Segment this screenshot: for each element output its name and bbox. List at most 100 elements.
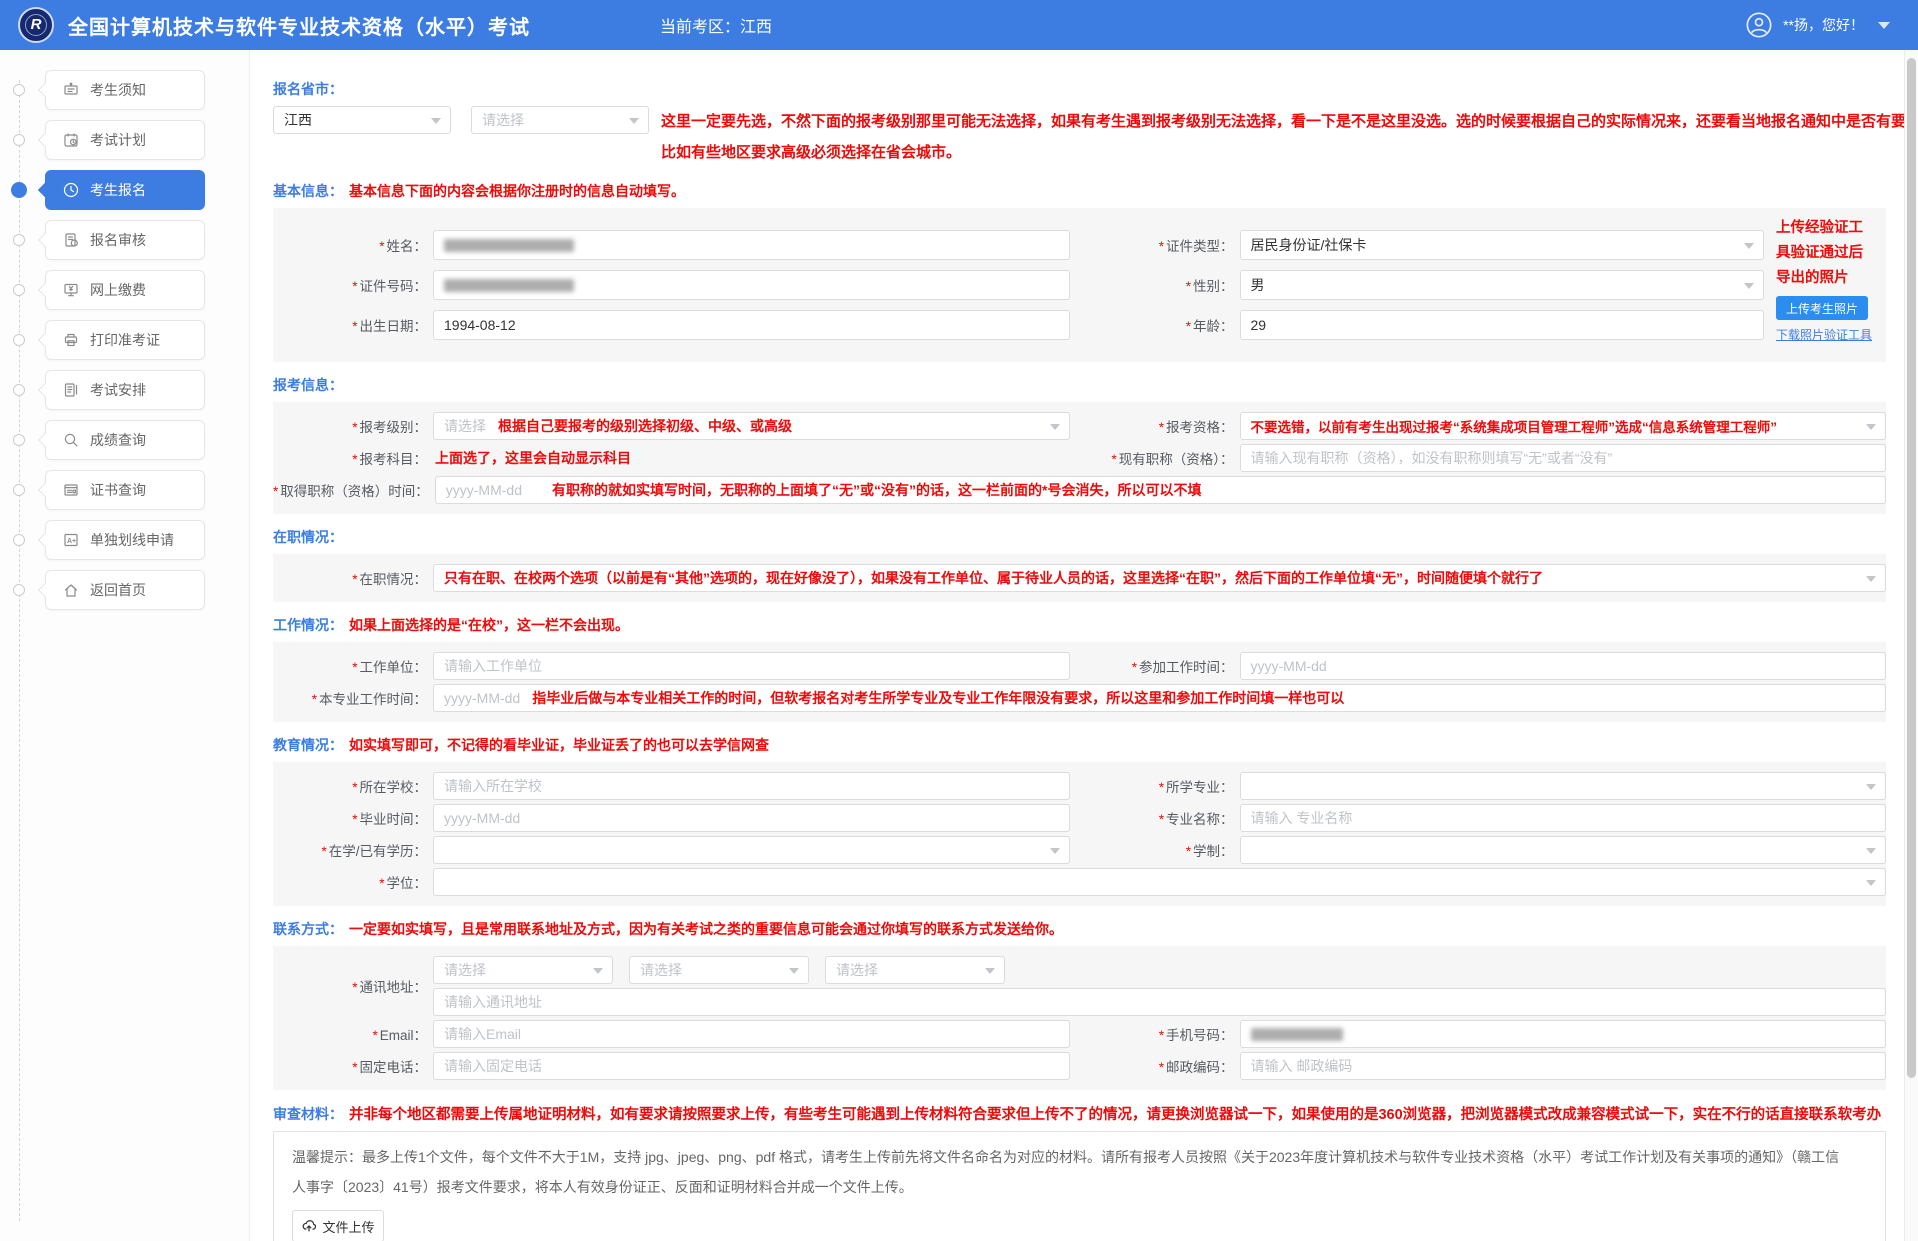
birth-date-value: 1994-08-12 — [444, 317, 516, 333]
gender-value: 男 — [1251, 275, 1265, 295]
photo-note-line2: 具验证通过后 — [1776, 241, 1876, 266]
major-studied-select[interactable] — [1240, 772, 1887, 800]
section-job-label: 在职情况： — [273, 529, 343, 545]
address-province-placeholder: 请选择 — [444, 960, 486, 980]
calendar-clock-icon — [62, 131, 80, 149]
cloud-upload-icon — [301, 1218, 317, 1234]
school-label: *所在学校： — [273, 776, 433, 796]
address-district-placeholder: 请选择 — [836, 960, 878, 980]
work-unit-input[interactable]: 请输入工作单位 — [433, 652, 1070, 680]
birth-date-input[interactable]: 1994-08-12 — [433, 310, 1070, 340]
province-select[interactable]: 江西 — [273, 106, 451, 134]
sidebar-item-label: 成绩查询 — [90, 430, 146, 450]
timeline-dot — [13, 584, 25, 596]
major-name-input[interactable]: 请输入 专业名称 — [1240, 804, 1887, 832]
section-contact-label: 联系方式： — [273, 921, 343, 937]
timeline-dot — [13, 234, 25, 246]
name-input[interactable] — [433, 230, 1070, 260]
current-title-input[interactable]: 请输入现有职称（资格），如没有职称则填写“无”或者“没有” — [1240, 444, 1887, 472]
gender-select[interactable]: 男 — [1240, 270, 1765, 300]
section-work-note: 如果上面选择的是“在校”，这一栏不会出现。 — [349, 617, 629, 633]
monitor-yuan-icon — [62, 281, 80, 299]
section-work-info: 工作情况：如果上面选择的是“在校”，这一栏不会出现。 — [273, 615, 1886, 635]
chevron-down-icon — [1878, 22, 1890, 29]
section-basic-label: 基本信息： — [273, 183, 343, 199]
sidebar-item-exam-arrangement[interactable]: 考试安排 — [0, 370, 249, 410]
section-province-label: 报名省市： — [273, 81, 343, 97]
zip-input[interactable]: 请输入 邮政编码 — [1240, 1052, 1887, 1080]
timeline-dot — [13, 534, 25, 546]
sidebar-item-separate-line-apply[interactable]: A+ 单独划线申请 — [0, 520, 249, 560]
sidebar-item-online-payment[interactable]: 网上缴费 — [0, 270, 249, 310]
upload-tip-box: 温馨提示：最多上传1个文件，每个文件不大于1M，支持 jpg、jpeg、png、… — [273, 1131, 1886, 1241]
sidebar-item-print-admission[interactable]: 打印准考证 — [0, 320, 249, 360]
age-label: *年龄： — [1080, 315, 1240, 335]
sidebar-item-exam-notice[interactable]: 考生须知 — [0, 70, 249, 110]
timeline-dot — [13, 134, 25, 146]
address-province-select[interactable]: 请选择 — [433, 956, 613, 984]
photo-note-line3: 导出的照片 — [1776, 266, 1876, 291]
apply-qualification-select[interactable]: 不要选错，以前有考生出现过报考“系统集成项目管理工程师”选成“信息系统管理工程师… — [1240, 412, 1887, 440]
file-upload-button[interactable]: 文件上传 — [292, 1210, 384, 1241]
address-detail-input[interactable]: 请输入通讯地址 — [433, 988, 1886, 1016]
section-apply-info: 报考信息： — [273, 375, 1886, 395]
upload-photo-button[interactable]: 上传考生照片 — [1776, 296, 1868, 320]
svg-text:A+: A+ — [67, 538, 76, 545]
sidebar-item-exam-plan[interactable]: 考试计划 — [0, 120, 249, 160]
cert-type-select[interactable]: 居民身份证/社保卡 — [1240, 230, 1765, 260]
email-input[interactable]: 请输入Email — [433, 1020, 1070, 1048]
graduation-time-input[interactable]: yyyy-MM-dd — [433, 804, 1070, 832]
scrollbar-thumb[interactable] — [1907, 58, 1916, 1078]
zip-placeholder: 请输入 邮政编码 — [1251, 1056, 1353, 1076]
scrollbar[interactable] — [1904, 50, 1918, 1241]
work-unit-placeholder: 请输入工作单位 — [444, 656, 542, 676]
masked-mobile-value — [1251, 1028, 1343, 1041]
magnifier-icon — [62, 431, 80, 449]
major-work-time-label: *本专业工作时间： — [273, 688, 433, 708]
major-work-time-placeholder: yyyy-MM-dd — [444, 690, 520, 706]
apply-level-select[interactable]: 请选择根据自己要报考的级别选择初级、中级、或高级 — [433, 412, 1070, 440]
timeline-dot-active — [11, 182, 27, 198]
work-start-input[interactable]: yyyy-MM-dd — [1240, 652, 1887, 680]
job-status-select[interactable]: 只有在职、在校两个选项（以前是有“其他”选项的，现在好像没了），如果没有工作单位… — [433, 564, 1886, 592]
degree-select[interactable] — [433, 868, 1886, 896]
major-work-time-hint: 指毕业后做与本专业相关工作的时间，但软考报名对考生所学专业及专业工作年限没有要求… — [532, 688, 1344, 708]
landline-input[interactable]: 请输入固定电话 — [433, 1052, 1070, 1080]
school-placeholder: 请输入所在学校 — [444, 776, 542, 796]
current-region: 当前考区：江西 — [660, 13, 772, 37]
title-time-input[interactable]: yyyy-MM-dd有职称的就如实填写时间，无职称的上面填了“无”或“没有”的话… — [435, 476, 1886, 504]
sidebar-item-back-home[interactable]: 返回首页 — [0, 570, 249, 610]
graduation-time-placeholder: yyyy-MM-dd — [444, 810, 520, 826]
degree-status-select[interactable] — [433, 836, 1070, 864]
school-input[interactable]: 请输入所在学校 — [433, 772, 1070, 800]
age-value: 29 — [1251, 317, 1267, 333]
major-work-time-input[interactable]: yyyy-MM-dd 指毕业后做与本专业相关工作的时间，但软考报名对考生所学专业及… — [433, 684, 1886, 712]
apply-level-hint: 根据自己要报考的级别选择初级、中级、或高级 — [498, 416, 792, 436]
degree-label: *学位： — [273, 872, 433, 892]
address-city-select[interactable]: 请选择 — [629, 956, 809, 984]
cert-no-input[interactable] — [433, 270, 1070, 300]
sidebar-item-certificate-query[interactable]: 证书查询 — [0, 470, 249, 510]
section-edu-note: 如实填写即可，不记得的看毕业证，毕业证丢了的也可以去学信网查 — [349, 737, 769, 753]
section-edu-label: 教育情况： — [273, 737, 343, 753]
idcard-aplus-icon: A+ — [62, 531, 80, 549]
sidebar-nav: 考生须知 考试计划 考生报名 报名审核 网上缴费 — [0, 50, 250, 1241]
doc-pen-icon — [62, 381, 80, 399]
sidebar-item-register-audit[interactable]: 报名审核 — [0, 220, 249, 260]
download-photo-tool-link[interactable]: 下载照片验证工具 — [1776, 326, 1876, 343]
mobile-input[interactable] — [1240, 1020, 1887, 1048]
age-input[interactable]: 29 — [1240, 310, 1765, 340]
audit-doc-icon — [62, 231, 80, 249]
major-name-label: *专业名称： — [1080, 808, 1240, 828]
major-name-placeholder: 请输入 专业名称 — [1251, 808, 1353, 828]
address-district-select[interactable]: 请选择 — [825, 956, 1005, 984]
sidebar-item-score-query[interactable]: 成绩查询 — [0, 420, 249, 460]
city-select[interactable]: 请选择 — [471, 106, 649, 134]
basic-info-panel: *姓名： *证件类型： 居民身份证/社保卡 *证件号码： *性别： 男 *出生日… — [273, 208, 1886, 362]
sidebar-item-candidate-register[interactable]: 考生报名 — [0, 170, 249, 210]
apply-qualification-label: *报考资格： — [1080, 416, 1240, 436]
sidebar-item-label: 网上缴费 — [90, 280, 146, 300]
section-apply-label: 报考信息： — [273, 377, 343, 393]
schooling-select[interactable] — [1240, 836, 1887, 864]
user-menu[interactable]: **扬，您好！ — [1745, 11, 1890, 39]
